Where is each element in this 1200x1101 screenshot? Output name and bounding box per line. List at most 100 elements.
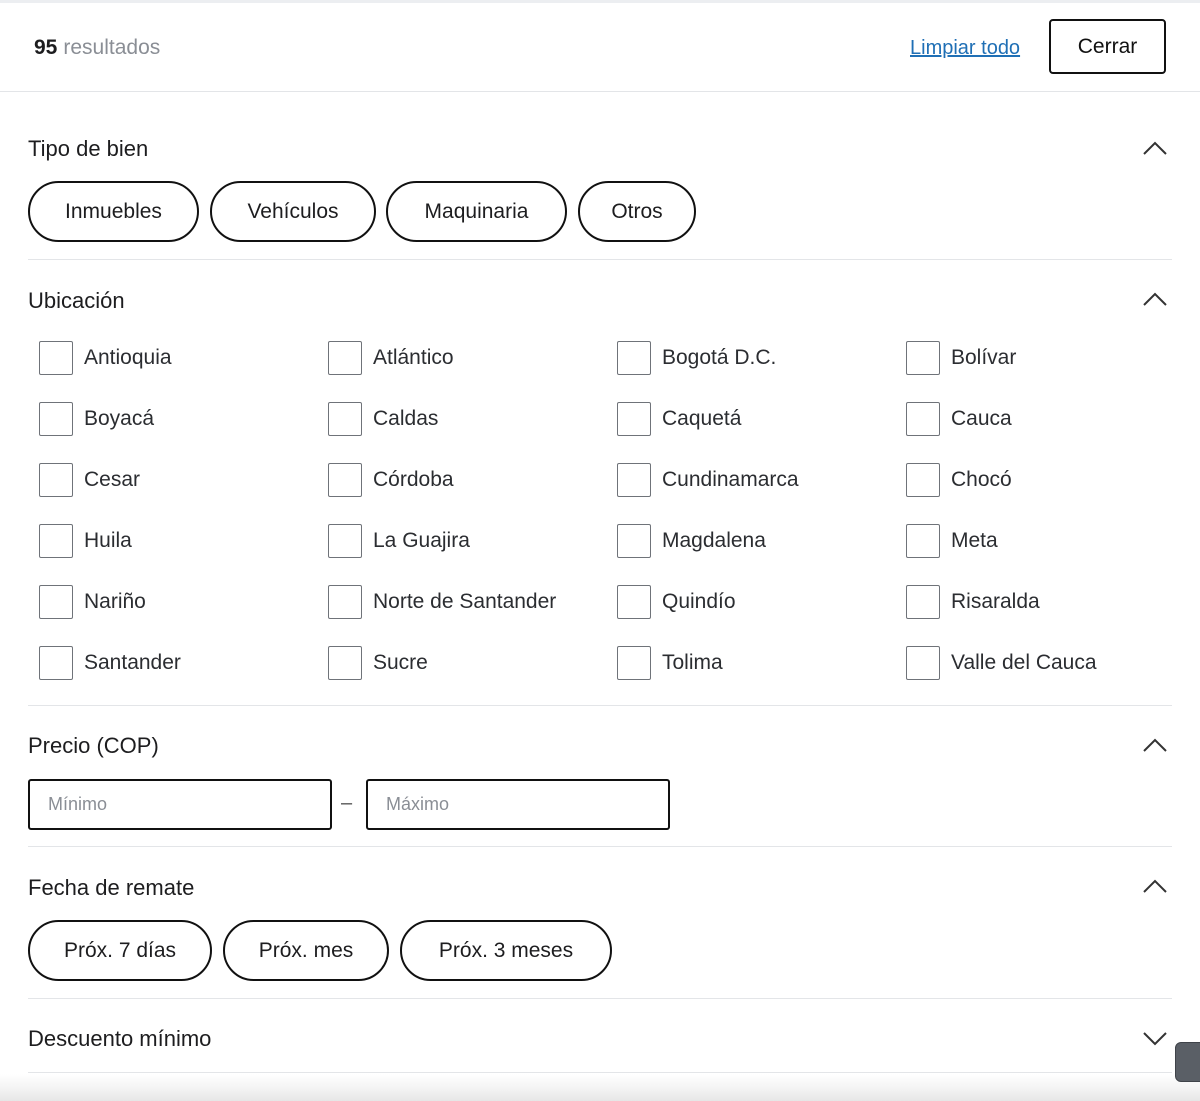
location-checkbox-item[interactable]: Meta (906, 524, 998, 558)
pill-prox-mes[interactable]: Próx. mes (223, 920, 389, 981)
divider (28, 846, 1172, 847)
location-checkbox-item[interactable]: Nariño (39, 585, 146, 619)
pill-inmuebles[interactable]: Inmuebles (28, 181, 199, 242)
price-max-input[interactable] (366, 779, 670, 830)
checkbox[interactable] (328, 646, 362, 680)
checkbox-label: Bolívar (951, 346, 1017, 369)
divider (28, 1072, 1172, 1073)
location-checkbox-item[interactable]: Cauca (906, 402, 1012, 436)
divider (28, 259, 1172, 260)
location-checkbox-item[interactable]: Risaralda (906, 585, 1040, 619)
checkbox-label: Cauca (951, 407, 1012, 430)
checkbox-label: La Guajira (373, 529, 470, 552)
checkbox[interactable] (39, 341, 73, 375)
location-checkbox-item[interactable]: Santander (39, 646, 181, 680)
divider (28, 705, 1172, 706)
section-title-ubicacion: Ubicación (28, 288, 125, 313)
chevron-up-icon[interactable] (1141, 736, 1169, 754)
checkbox[interactable] (906, 463, 940, 497)
checkbox[interactable] (39, 402, 73, 436)
location-checkbox-item[interactable]: Quindío (617, 585, 736, 619)
location-checkbox-item[interactable]: Antioquia (39, 341, 172, 375)
pill-prox-7-dias[interactable]: Próx. 7 días (28, 920, 212, 981)
checkbox[interactable] (617, 463, 651, 497)
checkbox-label: Nariño (84, 590, 146, 613)
checkbox[interactable] (617, 585, 651, 619)
checkbox[interactable] (617, 646, 651, 680)
location-checkbox-item[interactable]: Córdoba (328, 463, 454, 497)
section-title-descuento: Descuento mínimo (28, 1026, 212, 1051)
checkbox-label: Córdoba (373, 468, 454, 491)
location-checkbox-item[interactable]: Huila (39, 524, 132, 558)
checkbox-label: Tolima (662, 651, 723, 674)
floating-widget-button[interactable] (1175, 1042, 1200, 1082)
checkbox[interactable] (906, 402, 940, 436)
price-separator: – (341, 792, 353, 814)
checkbox[interactable] (39, 524, 73, 558)
location-checkbox-item[interactable]: Tolima (617, 646, 723, 680)
checkbox[interactable] (328, 402, 362, 436)
checkbox[interactable] (906, 585, 940, 619)
location-checkbox-item[interactable]: Norte de Santander (328, 585, 556, 619)
checkbox-label: Meta (951, 529, 998, 552)
checkbox-label: Huila (84, 529, 132, 552)
checkbox-label: Boyacá (84, 407, 155, 430)
filter-header: 95 resultados Limpiar todo Cerrar (0, 3, 1200, 92)
checkbox[interactable] (39, 646, 73, 680)
checkbox[interactable] (328, 585, 362, 619)
checkbox[interactable] (39, 585, 73, 619)
checkbox-label: Chocó (951, 468, 1012, 491)
result-count-number: 95 (34, 36, 58, 59)
bottom-shadow (0, 1074, 1200, 1101)
checkbox-label: Magdalena (662, 529, 766, 552)
checkbox[interactable] (617, 524, 651, 558)
checkbox-label: Risaralda (951, 590, 1040, 613)
location-checkbox-item[interactable]: Chocó (906, 463, 1012, 497)
checkbox-label: Norte de Santander (373, 590, 557, 613)
section-title-fecha: Fecha de remate (28, 875, 195, 900)
result-count: 95 resultados (34, 36, 160, 60)
chevron-up-icon[interactable] (1141, 290, 1169, 308)
location-checkbox-item[interactable]: Bogotá D.C. (617, 341, 776, 375)
location-checkbox-item[interactable]: Caldas (328, 402, 438, 436)
checkbox-label: Cundinamarca (662, 468, 799, 491)
location-checkbox-item[interactable]: Valle del Cauca (906, 646, 1097, 680)
chevron-down-icon[interactable] (1141, 1029, 1169, 1047)
price-min-input[interactable] (28, 779, 332, 830)
checkbox-label: Antioquia (84, 346, 172, 369)
checkbox[interactable] (906, 646, 940, 680)
location-checkbox-item[interactable]: Magdalena (617, 524, 766, 558)
location-checkbox-item[interactable]: Sucre (328, 646, 428, 680)
checkbox-label: Caldas (373, 407, 439, 430)
location-checkbox-item[interactable]: Caquetá (617, 402, 741, 436)
checkbox[interactable] (906, 341, 940, 375)
pill-vehiculos[interactable]: Vehículos (210, 181, 376, 242)
location-checkbox-item[interactable]: Bolívar (906, 341, 1016, 375)
checkbox[interactable] (39, 463, 73, 497)
location-checkbox-item[interactable]: Cundinamarca (617, 463, 799, 497)
location-checkbox-item[interactable]: La Guajira (328, 524, 470, 558)
chevron-up-icon[interactable] (1141, 139, 1169, 157)
clear-all-link[interactable]: Limpiar todo (910, 37, 1020, 60)
location-checkbox-item[interactable]: Boyacá (39, 402, 154, 436)
checkbox[interactable] (906, 524, 940, 558)
checkbox-label: Bogotá D.C. (662, 346, 777, 369)
location-checkbox-item[interactable]: Cesar (39, 463, 140, 497)
checkbox-label: Quindío (662, 590, 736, 613)
filter-panel: 95 resultados Limpiar todo Cerrar Tipo de… (0, 0, 1200, 1101)
pill-prox-3-meses[interactable]: Próx. 3 meses (400, 920, 612, 981)
result-count-label: resultados (63, 36, 161, 59)
checkbox[interactable] (328, 524, 362, 558)
checkbox[interactable] (328, 341, 362, 375)
close-button[interactable]: Cerrar (1049, 19, 1166, 74)
checkbox-label: Valle del Cauca (951, 651, 1097, 674)
pill-otros[interactable]: Otros (578, 181, 696, 242)
checkbox-label: Santander (84, 651, 181, 674)
checkbox-label: Cesar (84, 468, 141, 491)
chevron-up-icon[interactable] (1141, 877, 1169, 895)
checkbox[interactable] (328, 463, 362, 497)
checkbox[interactable] (617, 341, 651, 375)
checkbox[interactable] (617, 402, 651, 436)
pill-maquinaria[interactable]: Maquinaria (386, 181, 567, 242)
location-checkbox-item[interactable]: Atlántico (328, 341, 454, 375)
